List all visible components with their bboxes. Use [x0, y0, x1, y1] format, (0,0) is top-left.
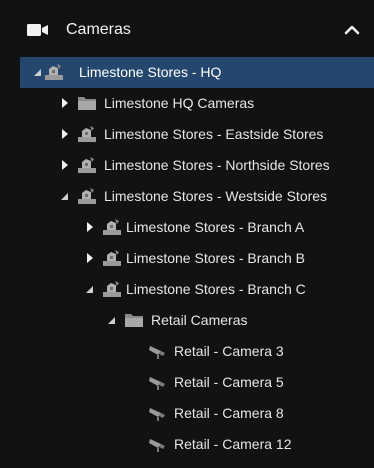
chevron-up-icon[interactable]	[340, 22, 364, 38]
site-icon	[103, 219, 121, 235]
collapsed-arrow-icon[interactable]	[85, 221, 95, 233]
site-icon	[78, 126, 96, 142]
tree-item-label: Limestone Stores - Branch A	[126, 219, 305, 235]
site-tree-item[interactable]: Limestone Stores - Westside Stores	[20, 181, 374, 212]
tree-item-label: Retail Cameras	[151, 312, 248, 328]
tree-item-label: Limestone Stores - Westside Stores	[104, 188, 328, 204]
panel-title: Cameras	[66, 21, 131, 38]
site-tree-item[interactable]: Limestone Stores - HQ	[20, 57, 374, 88]
expanded-arrow-icon[interactable]	[107, 314, 117, 326]
site-icon	[45, 64, 63, 80]
tree-item-label: Limestone Stores - Northside Stores	[104, 157, 330, 173]
camera-tree-item[interactable]: Retail - Camera 5	[20, 367, 374, 398]
collapsed-arrow-icon[interactable]	[60, 97, 70, 109]
security-camera-icon	[149, 439, 165, 452]
tree-item-label: Limestone Stores - Branch B	[126, 250, 305, 266]
site-icon	[78, 157, 96, 173]
security-camera-icon	[149, 408, 165, 421]
collapsed-arrow-icon[interactable]	[85, 252, 95, 264]
camera-tree-item[interactable]: Retail - Camera 3	[20, 336, 374, 367]
site-tree-item[interactable]: Limestone Stores - Branch A	[20, 212, 374, 243]
tree-item-label: Limestone Stores - HQ	[79, 64, 222, 80]
cameras-header[interactable]: Cameras	[0, 0, 374, 57]
tree-item-label: Limestone HQ Cameras	[104, 95, 255, 111]
collapsed-arrow-icon[interactable]	[60, 128, 70, 140]
camera-tree: Limestone Stores - HQ Limestone HQ Camera…	[20, 57, 374, 468]
security-camera-icon	[149, 346, 165, 359]
expanded-arrow-icon[interactable]	[85, 283, 95, 295]
tree-item-label: Retail - Camera 8	[174, 405, 284, 421]
collapsed-arrow-icon[interactable]	[60, 159, 70, 171]
tree-item-label: Retail - Camera 12	[174, 436, 292, 452]
folder-tree-item[interactable]: Limestone HQ Cameras	[20, 88, 374, 119]
camera-panel: Cameras Limestone Stores - HQ Limestone H…	[0, 0, 374, 468]
tree-item-label: Limestone Stores - Eastside Stores	[104, 126, 324, 142]
tree-item-label: Limestone Stores - Branch C	[126, 281, 306, 297]
site-tree-item[interactable]: Limestone Stores - Branch B	[20, 243, 374, 274]
security-camera-icon	[149, 377, 165, 390]
tree-item-label: Retail - Camera 3	[174, 343, 284, 359]
tree-item-label: Retail - Camera 5	[174, 374, 284, 390]
camera-tree-item[interactable]: Retail - Camera 12	[20, 429, 374, 460]
expanded-arrow-icon[interactable]	[33, 66, 43, 78]
site-tree-item[interactable]: Limestone Stores - Northside Stores	[20, 150, 374, 181]
site-tree-item[interactable]: Limestone Stores - Eastside Stores	[20, 119, 374, 150]
folder-tree-item[interactable]: Retail Cameras	[20, 305, 374, 336]
video-camera-icon	[27, 24, 48, 36]
folder-icon	[78, 97, 96, 110]
camera-tree-item[interactable]: Retail - Camera 8	[20, 398, 374, 429]
site-icon	[78, 188, 96, 204]
camera-tree-item[interactable]: Retail - Camera 13	[20, 460, 374, 468]
folder-icon	[125, 314, 143, 327]
expanded-arrow-icon[interactable]	[60, 190, 70, 202]
site-tree-item[interactable]: Limestone Stores - Branch C	[20, 274, 374, 305]
site-icon	[103, 281, 121, 297]
site-icon	[103, 250, 121, 266]
